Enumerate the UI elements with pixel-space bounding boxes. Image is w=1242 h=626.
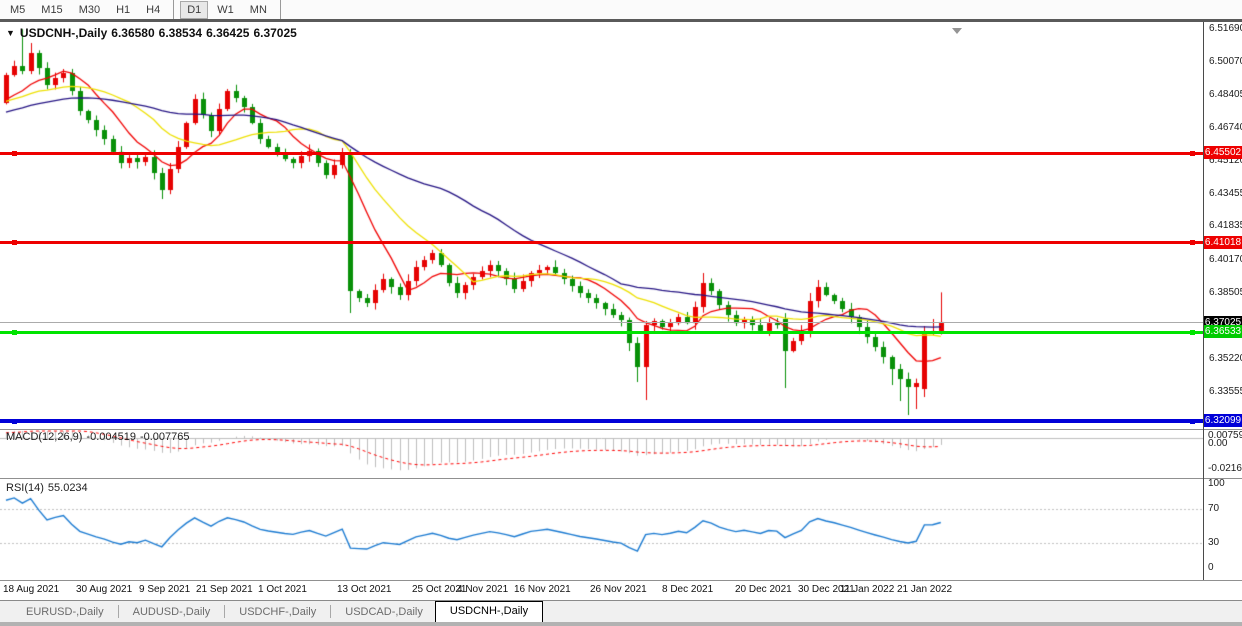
macd-axis-label: 0.00	[1208, 438, 1227, 449]
price-axis-label: 6.43455	[1209, 188, 1242, 199]
badge-support-green: 6.36533	[1204, 325, 1242, 338]
rsi-axis-label: 70	[1208, 503, 1219, 514]
date-label: 4 Nov 2021	[457, 584, 508, 595]
tab-usdcad-daily[interactable]: USDCAD-,Daily	[333, 603, 435, 622]
chart-canvas[interactable]	[0, 22, 1203, 580]
price-axis-label: 6.38505	[1209, 287, 1242, 298]
price-axis-label: 6.51690	[1209, 23, 1242, 34]
tab-audusd-daily[interactable]: AUDUSD-,Daily	[121, 603, 223, 622]
price-axis-label: 6.41835	[1209, 220, 1242, 231]
panel-separator	[0, 429, 1242, 430]
toolbar-separator	[280, 0, 281, 19]
timeframe-button-w1[interactable]: W1	[210, 1, 241, 19]
badge-resistance-2: 6.41018	[1204, 236, 1242, 249]
tab-eurusd-daily[interactable]: EURUSD-,Daily	[14, 603, 116, 622]
price-axis-label: 6.40170	[1209, 254, 1242, 265]
rsi-axis-label: 100	[1208, 478, 1225, 489]
title-low: 6.36425	[206, 26, 249, 40]
chart-shift-marker	[952, 28, 962, 34]
timeframe-toolbar: M5M15M30H1H4 D1W1MN	[0, 0, 1242, 19]
date-label: 1 Oct 2021	[258, 584, 307, 595]
rsi-indicator-label: RSI(14) 55.0234	[6, 482, 92, 494]
chart-window: ▼ USDCNH-,Daily 6.36580 6.38534 6.36425 6.370…	[0, 22, 1242, 600]
timeframe-button-m30[interactable]: M30	[72, 1, 107, 19]
price-axis-label: 6.33555	[1209, 386, 1242, 397]
macd-axis-label: -0.02164	[1208, 463, 1242, 474]
title-symbol: USDCNH-,Daily	[20, 26, 107, 40]
chart-title: ▼ USDCNH-,Daily 6.36580 6.38534 6.36425 6.370…	[6, 26, 301, 40]
macd-main-value: -0.004519	[86, 431, 136, 443]
badge-resistance-1: 6.45502	[1204, 146, 1242, 159]
bottom-strip	[0, 622, 1242, 626]
rsi-axis-label: 30	[1208, 537, 1219, 548]
price-axis-border	[1203, 22, 1204, 580]
panel-separator	[0, 478, 1242, 479]
date-label: 18 Aug 2021	[3, 584, 59, 595]
symbol-dropdown-icon[interactable]: ▼	[6, 28, 15, 38]
title-close: 6.37025	[253, 26, 296, 40]
current-price-line	[0, 322, 1203, 323]
title-open: 6.36580	[111, 26, 154, 40]
macd-name: MACD(12,26,9)	[6, 431, 82, 443]
timeframe-button-d1[interactable]: D1	[180, 1, 208, 19]
tab-usdcnh-daily[interactable]: USDCNH-,Daily	[435, 601, 543, 622]
tab-bar: EURUSD-,Daily AUDUSD-,DailyUSDCHF-,Daily U…	[0, 600, 1242, 622]
toolbar-separator	[173, 0, 174, 19]
date-label: 11 Jan 2022	[840, 584, 894, 595]
timeframe-button-m15[interactable]: M15	[34, 1, 69, 19]
date-label: 30 Aug 2021	[76, 584, 132, 595]
timeframe-button-h4[interactable]: H4	[139, 1, 167, 19]
tab-separator	[118, 605, 119, 618]
macd-indicator-label: MACD(12,26,9) -0.004519 -0.007765	[6, 431, 194, 443]
badge-support-blue: 6.32099	[1204, 414, 1242, 427]
rsi-name: RSI(14)	[6, 482, 44, 494]
date-label: 21 Sep 2021	[196, 584, 253, 595]
support-line-blue[interactable]	[0, 419, 1203, 423]
date-label: 13 Oct 2021	[337, 584, 391, 595]
title-high: 6.38534	[159, 26, 202, 40]
tab-separator	[224, 605, 225, 618]
date-label: 21 Jan 2022	[897, 584, 952, 595]
timeframe-button-m5[interactable]: M5	[3, 1, 32, 19]
price-axis-label: 6.48405	[1209, 89, 1242, 100]
support-line-green[interactable]	[0, 331, 1203, 334]
panel-separator	[0, 580, 1242, 581]
resistance-line-1[interactable]	[0, 152, 1203, 155]
price-axis-label: 6.35220	[1209, 353, 1242, 364]
tab-separator	[330, 605, 331, 618]
date-axis[interactable]: 18 Aug 2021 30 Aug 2021 9 Sep 2021 21 Sep 2…	[0, 582, 1203, 598]
timeframe-button-mn[interactable]: MN	[243, 1, 274, 19]
date-label: 16 Nov 2021	[514, 584, 571, 595]
date-label: 26 Nov 2021	[590, 584, 647, 595]
price-axis-label: 6.50070	[1209, 56, 1242, 67]
resistance-line-2[interactable]	[0, 241, 1203, 244]
date-label: 9 Sep 2021	[139, 584, 190, 595]
macd-signal-value: -0.007765	[140, 431, 190, 443]
price-axis-label: 6.46740	[1209, 122, 1242, 133]
tab-usdchf-daily[interactable]: USDCHF-,Daily	[227, 603, 328, 622]
rsi-value: 55.0234	[48, 482, 88, 494]
timeframe-button-h1[interactable]: H1	[109, 1, 137, 19]
date-label: 8 Dec 2021	[662, 584, 713, 595]
rsi-axis-label: 0	[1208, 562, 1214, 573]
date-label: 20 Dec 2021	[735, 584, 792, 595]
